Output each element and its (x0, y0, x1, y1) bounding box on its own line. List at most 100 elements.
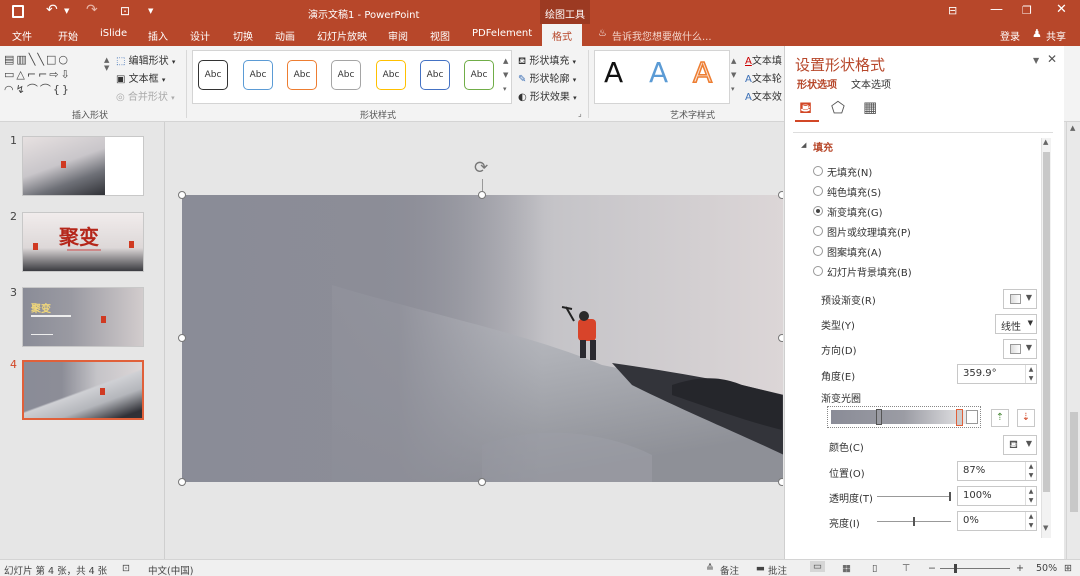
pane-close-icon[interactable]: ✕ (1047, 52, 1057, 66)
angle-spinner-icon[interactable]: ▲ ▼ (1025, 365, 1036, 383)
remove-gradient-stop-icon[interactable]: ⇣ (1017, 409, 1035, 427)
wordart-scroll-icon[interactable]: ▲ ▼ ▾ (731, 54, 736, 96)
tab-design[interactable]: 设计 (190, 28, 210, 43)
radio-pattern-fill[interactable] (813, 246, 823, 256)
slider-thumb[interactable] (949, 492, 951, 501)
position-spinner-icon[interactable]: ▲ ▼ (1025, 462, 1036, 480)
shape-style-preset[interactable]: Abc (376, 60, 406, 90)
angle-input[interactable]: 359.9° ▲ ▼ (957, 364, 1037, 384)
type-dropdown[interactable]: 线性 ▼ (995, 314, 1037, 334)
gradient-stop-handle[interactable] (956, 409, 963, 426)
undo-dropdown-icon[interactable]: ▼ (64, 7, 69, 15)
radio-solid-fill[interactable] (813, 186, 823, 196)
gradient-stop-white[interactable] (966, 410, 978, 424)
gradient-fill-label[interactable]: 渐变填充(G) (827, 204, 883, 219)
radio-picture-fill[interactable] (813, 226, 823, 236)
login-link[interactable]: 登录 (1000, 28, 1020, 43)
normal-view-icon[interactable]: ▭ (810, 561, 825, 572)
text-effects-button[interactable]: A文本效 (745, 88, 782, 103)
no-fill-label[interactable]: 无填充(N) (827, 164, 872, 179)
preset-gradient-dropdown[interactable]: ▼ (1003, 289, 1037, 309)
slide-thumbnail-4[interactable] (22, 360, 144, 420)
slide-image[interactable] (182, 195, 783, 482)
slide-background-fill-label[interactable]: 幻灯片背景填充(B) (827, 264, 912, 279)
scroll-up-icon[interactable]: ▲ (1070, 124, 1075, 132)
resize-handle[interactable] (778, 334, 783, 342)
resize-handle[interactable] (778, 478, 783, 486)
resize-handle[interactable] (178, 478, 186, 486)
ribbon-display-options-icon[interactable]: ⊟ (948, 4, 957, 17)
shape-outline-button[interactable]: ✎ 形状轮廓 ▾ (518, 70, 576, 85)
resize-handle[interactable] (778, 191, 783, 199)
notes-button[interactable]: 备注 (720, 563, 739, 576)
shape-style-scroll-icon[interactable]: ▲ ▼ ▾ (503, 54, 508, 96)
transparency-input[interactable]: 100% ▲ ▼ (957, 486, 1037, 506)
scroll-thumb[interactable] (1070, 412, 1078, 512)
minimize-icon[interactable]: — (990, 2, 1003, 17)
spell-check-icon[interactable]: ⊡ (122, 563, 130, 574)
tab-islide[interactable]: iSlide (100, 28, 127, 39)
gradient-stops-bar[interactable] (827, 406, 981, 428)
pane-scrollbar[interactable]: ▲ ▼ (1041, 138, 1051, 538)
wordart-sample-blue[interactable]: A (649, 56, 668, 89)
tab-animations[interactable]: 动画 (275, 28, 295, 43)
wordart-sample-orange[interactable]: A (692, 55, 713, 90)
pane-options-icon[interactable]: ▼ (1033, 56, 1039, 65)
zoom-in-button[interactable]: + (1016, 563, 1024, 574)
direction-dropdown[interactable]: ▼ (1003, 339, 1037, 359)
redo-icon[interactable]: ↷ (86, 2, 98, 18)
resize-handle[interactable] (178, 334, 186, 342)
slideshow-icon[interactable]: ⊤ (902, 563, 910, 574)
scroll-thumb[interactable] (1043, 152, 1050, 492)
radio-no-fill[interactable] (813, 166, 823, 176)
rotate-handle-icon[interactable]: ⟳ (474, 158, 488, 178)
presentation-icon[interactable]: ⊡ (120, 4, 130, 18)
shape-style-preset[interactable]: Abc (287, 60, 317, 90)
language-status[interactable]: 中文(中国) (148, 563, 193, 576)
resize-handle[interactable] (478, 478, 486, 486)
wordart-sample-black[interactable]: A (604, 56, 623, 89)
zoom-out-button[interactable]: − (928, 563, 936, 574)
tab-pdfelement[interactable]: PDFelement (472, 28, 532, 39)
tab-view[interactable]: 视图 (430, 28, 450, 43)
picture-fill-label[interactable]: 图片或纹理填充(P) (827, 224, 911, 239)
text-box-button[interactable]: ▣ 文本框 ▾ (116, 70, 165, 85)
merge-shapes-button[interactable]: ◎ 合并形状 ▾ (116, 88, 175, 103)
slider-thumb[interactable] (913, 517, 915, 526)
tab-file[interactable]: 文件 (12, 28, 32, 43)
text-outline-button[interactable]: A文本轮 (745, 70, 782, 85)
tab-transitions[interactable]: 切换 (233, 28, 253, 43)
fill-line-icon[interactable]: ⛾ (799, 98, 812, 119)
tell-me-input[interactable]: 告诉我您想要做什么... (612, 28, 712, 43)
shape-style-preset[interactable]: Abc (464, 60, 494, 90)
scroll-up-icon[interactable]: ▲ (1043, 138, 1048, 146)
tab-slideshow[interactable]: 幻灯片放映 (317, 28, 367, 43)
tab-insert[interactable]: 插入 (148, 28, 168, 43)
reading-view-icon[interactable]: ▯ (872, 563, 877, 574)
shape-gallery-scroll-icon[interactable]: ▲ ▼ (104, 56, 109, 72)
close-icon[interactable]: ✕ (1056, 2, 1067, 17)
tab-text-options[interactable]: 文本选项 (851, 76, 891, 91)
scroll-down-icon[interactable]: ▼ (1043, 524, 1048, 532)
shape-effects-button[interactable]: ◐ 形状效果 ▾ (518, 88, 577, 103)
transparency-spinner-icon[interactable]: ▲ ▼ (1025, 487, 1036, 505)
share-button[interactable]: 共享 (1046, 28, 1066, 43)
tab-home[interactable]: 开始 (58, 28, 78, 43)
resize-handle[interactable] (478, 191, 486, 199)
brightness-spinner-icon[interactable]: ▲ ▼ (1025, 512, 1036, 530)
slide-thumbnail-3[interactable]: 聚变 (22, 287, 144, 347)
maximize-icon[interactable]: ❐ (1022, 4, 1032, 17)
gradient-stop-handle[interactable] (876, 409, 882, 425)
dialog-launcher-icon[interactable]: ⌟ (578, 109, 582, 118)
slide-thumbnail-1[interactable] (22, 136, 144, 196)
comments-button[interactable]: 批注 (768, 563, 787, 576)
slider-thumb[interactable] (954, 564, 957, 573)
add-gradient-stop-icon[interactable]: ⇡ (991, 409, 1009, 427)
size-properties-icon[interactable]: ▦ (863, 98, 877, 116)
position-input[interactable]: 87% ▲ ▼ (957, 461, 1037, 481)
shape-gallery-icons[interactable]: ▤▥╲╲□○ ▭△⌐⌐⇨⇩ ◠↯⌒⌒{} (4, 53, 72, 96)
shape-style-preset[interactable]: Abc (243, 60, 273, 90)
quick-access-dropdown-icon[interactable]: ▼ (148, 7, 153, 15)
zoom-level[interactable]: 50% (1036, 563, 1057, 574)
section-collapse-icon[interactable]: ◢ (801, 141, 806, 149)
